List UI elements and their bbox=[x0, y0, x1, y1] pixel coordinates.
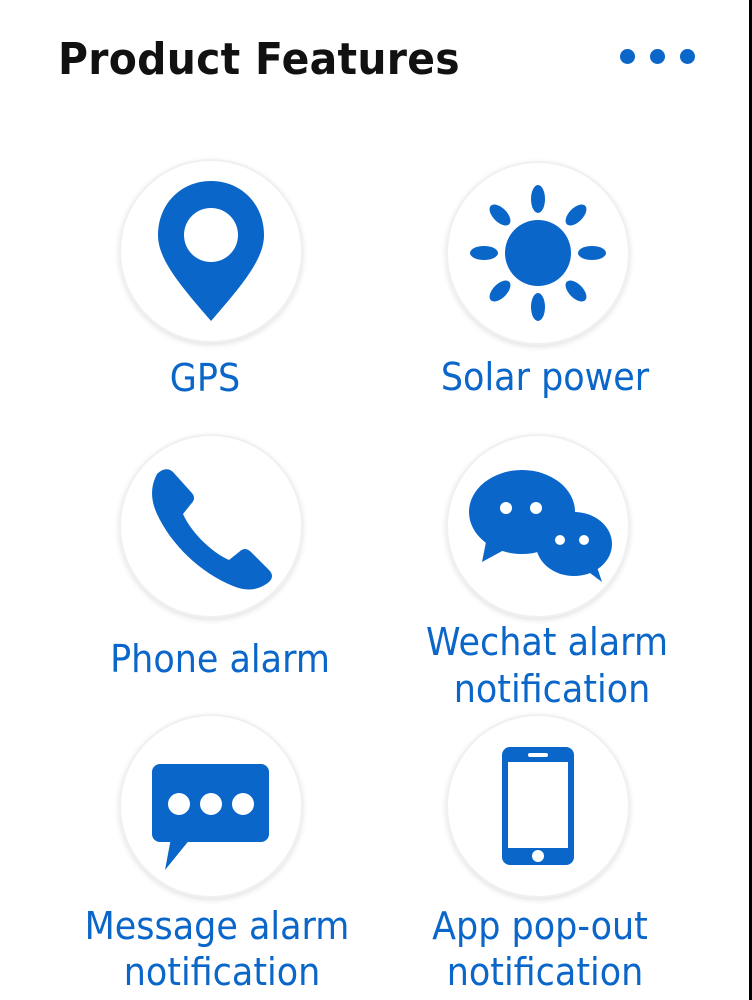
feature-label: Wechat alarm bbox=[425, 620, 669, 664]
feature-label: Phone alarm bbox=[110, 637, 330, 681]
feature-icon-circle bbox=[446, 161, 630, 345]
feature-icon-circle bbox=[119, 159, 303, 343]
more-dot-icon bbox=[680, 49, 695, 64]
feature-icon-circle bbox=[119, 434, 303, 618]
message-bubble-icon bbox=[152, 764, 269, 870]
feature-label: notification bbox=[123, 950, 321, 994]
location-pin-icon bbox=[158, 181, 264, 321]
page-title: Product Features bbox=[58, 34, 460, 85]
sun-icon bbox=[470, 185, 606, 321]
feature-label: Message alarm bbox=[84, 904, 350, 948]
feature-icon-circle bbox=[446, 714, 630, 898]
more-dot-icon bbox=[620, 49, 635, 64]
feature-label: Solar power bbox=[440, 355, 650, 399]
wechat-icon bbox=[469, 470, 612, 582]
feature-label: App pop-out bbox=[432, 904, 648, 948]
more-dot-icon bbox=[650, 49, 665, 64]
phone-handset-icon bbox=[152, 469, 272, 590]
more-options-button[interactable] bbox=[620, 49, 700, 65]
feature-label: notification bbox=[453, 667, 651, 711]
feature-label: GPS bbox=[169, 356, 241, 400]
feature-icon-circle bbox=[446, 434, 630, 618]
smartphone-icon bbox=[502, 747, 574, 865]
feature-label: notification bbox=[446, 950, 644, 994]
feature-icon-circle bbox=[119, 714, 303, 898]
